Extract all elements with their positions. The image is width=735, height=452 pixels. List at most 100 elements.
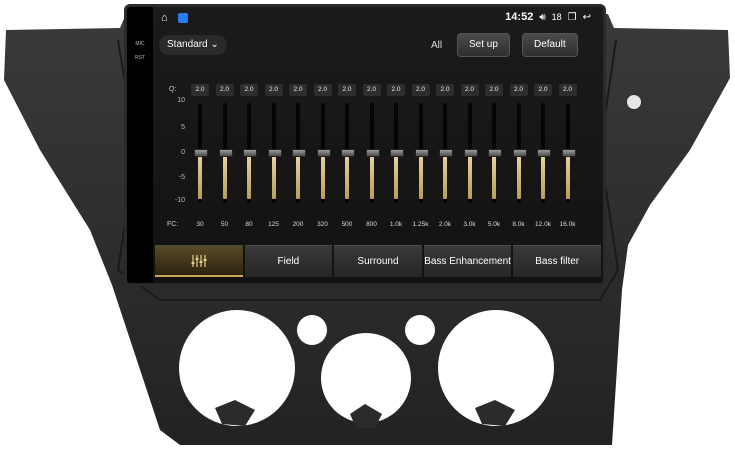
preset-label: Standard (167, 39, 208, 50)
eq-band: 2.0 12.0k (534, 81, 552, 235)
q-value[interactable]: 2.0 (191, 84, 209, 96)
q-value[interactable]: 2.0 (240, 84, 258, 96)
slider-fill (198, 153, 202, 199)
equalizer-app: ⌂ 14:52 🔊︎ 18 ❐ ↩ Standard ⌄ All Set up … (153, 7, 603, 283)
eq-band: 2.0 320 (313, 81, 332, 235)
q-value[interactable]: 2.0 (338, 84, 356, 96)
scale-label: 10 (177, 97, 185, 104)
q-value[interactable]: 2.0 (436, 84, 454, 96)
q-value[interactable]: 2.0 (534, 84, 552, 96)
hardware-labels: MIC RST (127, 41, 153, 69)
tab-field[interactable]: Field (244, 245, 333, 277)
eq-band: 2.0 50 (215, 81, 234, 235)
slider-knob[interactable] (439, 149, 453, 157)
eq-band: 2.0 500 (338, 81, 356, 235)
q-value[interactable]: 2.0 (362, 84, 381, 96)
clock: 14:52 (505, 11, 534, 23)
frequency-label: 16.0k (559, 221, 576, 228)
slider-knob[interactable] (561, 149, 576, 157)
eq-band: 2.0 125 (264, 81, 283, 235)
sound-tabs: Field Surround Bass Enhancement Bass fil… (155, 245, 601, 277)
setup-button[interactable]: Set up (457, 33, 510, 57)
q-value[interactable]: 2.0 (289, 84, 307, 96)
eq-band: 2.0 5.0k (485, 81, 503, 235)
eq-band: 2.0 1.25k (411, 81, 430, 235)
all-label[interactable]: All (431, 40, 442, 51)
slider-knob[interactable] (512, 149, 527, 157)
tab-bass-filter[interactable]: Bass filter (513, 245, 601, 277)
slider-knob[interactable] (463, 149, 478, 157)
scale-label: -5 (178, 174, 185, 181)
mic-label: MIC (135, 41, 145, 47)
slider-fill (296, 153, 300, 199)
slider-knob[interactable] (316, 149, 331, 157)
gain-scale: 10 5 0 -5 -10 (169, 97, 185, 211)
eq-toolbar: Standard ⌄ All Set up Default (153, 33, 603, 59)
eq-band: 2.0 16.0k (558, 81, 577, 235)
head-unit-screen: MIC RST ⌂ 14:52 🔊︎ 18 ❐ ↩ Standard ⌄ All (124, 4, 606, 286)
equalizer-panel: Q: FC: 10 5 0 -5 -10 2.0 30 2.0 50 2.0 80 2.0 1… (153, 81, 603, 235)
eq-band: 2.0 30 (191, 81, 209, 235)
q-value[interactable]: 2.0 (215, 84, 234, 96)
slider-fill (492, 153, 496, 199)
q-value[interactable]: 2.0 (264, 84, 283, 96)
tab-surround[interactable]: Surround (334, 245, 422, 277)
recent-apps-icon[interactable]: ❐ (568, 12, 577, 23)
eq-band: 2.0 2.0k (436, 81, 454, 235)
q-value[interactable]: 2.0 (485, 84, 503, 96)
tab-equalizer[interactable] (155, 245, 243, 277)
slider-knob[interactable] (267, 149, 282, 157)
slider-fill (516, 153, 521, 199)
home-icon[interactable]: ⌂ (161, 12, 168, 24)
slider-fill (394, 153, 398, 199)
eq-band: 2.0 1.0k (387, 81, 405, 235)
chevron-down-icon: ⌄ (210, 39, 219, 50)
slider-knob[interactable] (292, 149, 306, 157)
scale-label: 0 (181, 149, 185, 156)
slider-fill (565, 153, 570, 199)
reset-label: RST (135, 55, 145, 61)
scale-label: -10 (174, 197, 185, 204)
slider-fill (271, 153, 276, 199)
preset-dropdown[interactable]: Standard ⌄ (159, 35, 227, 55)
q-value[interactable]: 2.0 (558, 84, 577, 96)
default-button[interactable]: Default (522, 33, 578, 57)
slider-knob[interactable] (341, 149, 355, 157)
q-value[interactable]: 2.0 (411, 84, 430, 96)
q-row-label: Q: (169, 86, 177, 93)
speaker-icon[interactable]: 🔊︎ (539, 12, 545, 23)
slider-knob[interactable] (390, 149, 404, 157)
slider-fill (369, 153, 374, 199)
eq-band: 2.0 3.0k (460, 81, 479, 235)
slider-knob[interactable] (365, 149, 380, 157)
q-value[interactable]: 2.0 (387, 84, 405, 96)
tab-bass-enhancement[interactable]: Bass Enhancement (423, 245, 512, 277)
slider-fill (467, 153, 472, 199)
equalizer-icon (191, 254, 207, 267)
scale-label: 5 (181, 124, 185, 131)
q-value[interactable]: 2.0 (313, 84, 332, 96)
q-value[interactable]: 2.0 (460, 84, 479, 96)
app-store-icon[interactable] (177, 13, 188, 23)
back-arrow-icon[interactable]: ↩ (583, 12, 591, 23)
eq-band: 2.0 80 (240, 81, 258, 235)
eq-band: 2.0 200 (289, 81, 307, 235)
slider-knob[interactable] (488, 149, 502, 157)
slider-knob[interactable] (537, 149, 551, 157)
slider-fill (247, 153, 251, 199)
q-value[interactable]: 2.0 (509, 84, 528, 96)
eq-band: 2.0 8.0k (509, 81, 528, 235)
status-bar: ⌂ 14:52 🔊︎ 18 ❐ ↩ (153, 7, 603, 29)
slider-fill (345, 153, 349, 199)
slider-knob[interactable] (194, 149, 208, 157)
slider-fill (320, 153, 325, 199)
slider-fill (222, 153, 227, 199)
slider-fill (541, 153, 545, 199)
volume-level: 18 (551, 12, 562, 22)
slider-fill (418, 153, 423, 199)
slider-fill (443, 153, 447, 199)
slider-knob[interactable] (414, 149, 429, 157)
slider-knob[interactable] (243, 149, 257, 157)
eq-band: 2.0 800 (362, 81, 381, 235)
slider-knob[interactable] (218, 149, 233, 157)
